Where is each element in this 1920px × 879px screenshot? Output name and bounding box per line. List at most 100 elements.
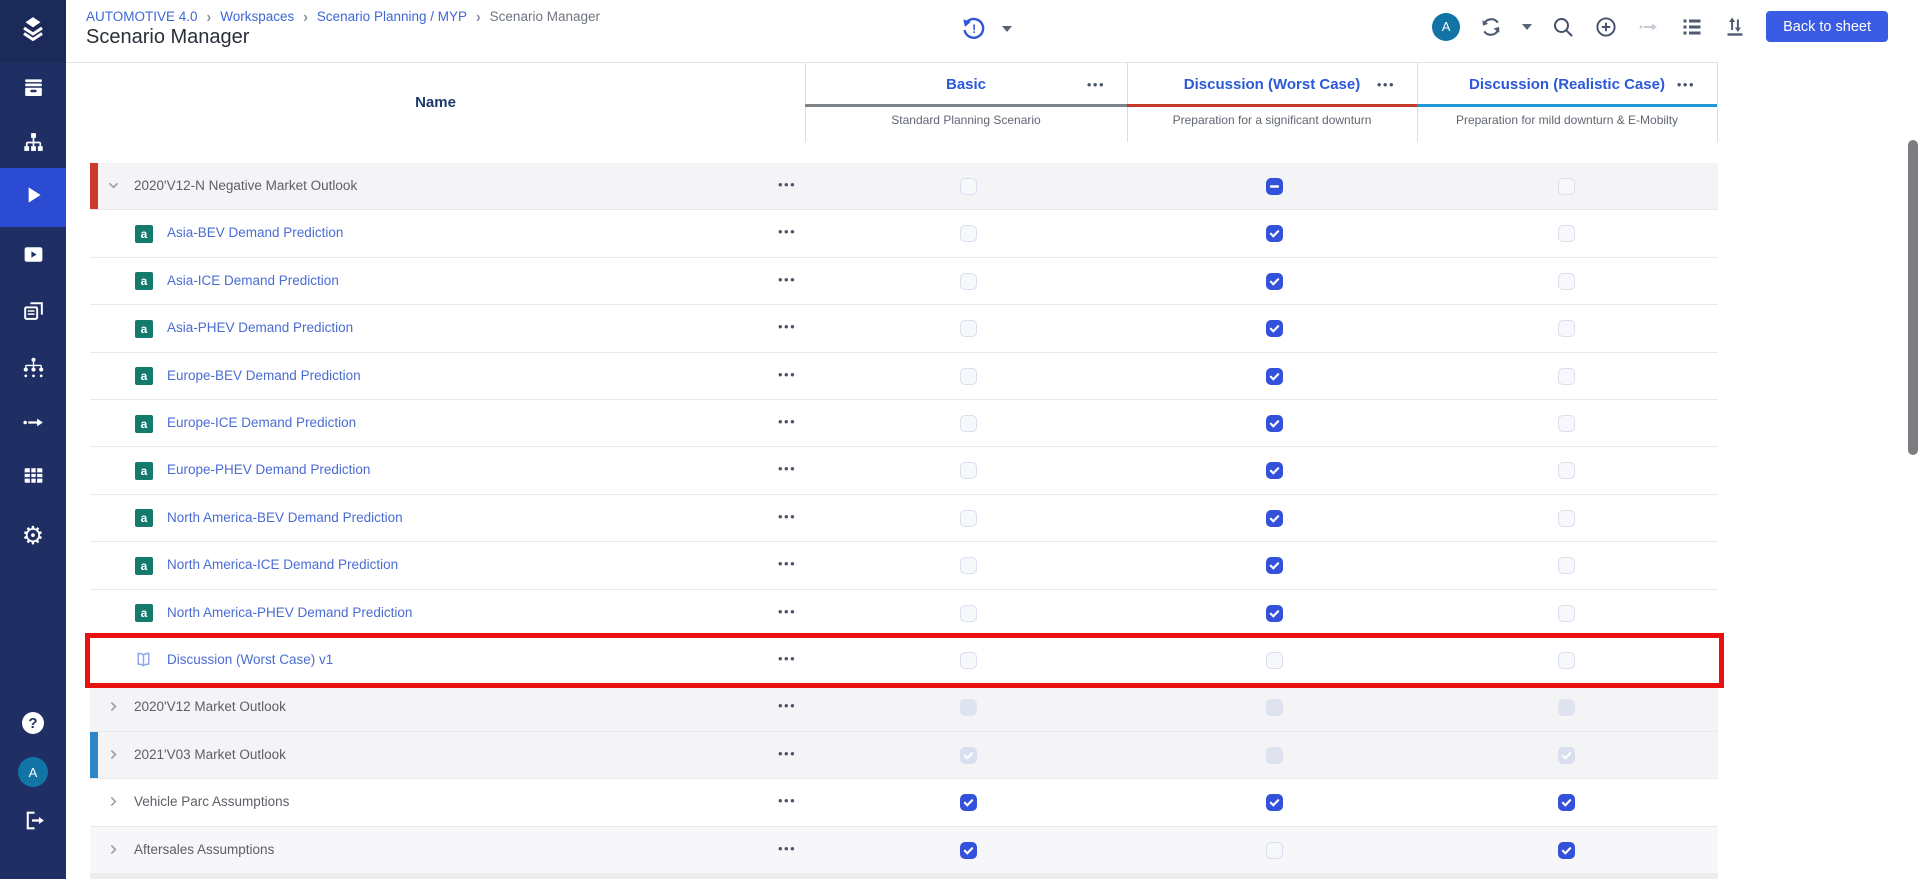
breadcrumb-item[interactable]: Workspaces xyxy=(220,9,294,24)
column-menu-dots[interactable]: ••• xyxy=(1377,71,1395,97)
sidebar-item-player[interactable] xyxy=(0,237,66,277)
row-menu-dots[interactable]: ••• xyxy=(778,556,796,571)
row-name-link[interactable]: Europe-BEV Demand Prediction xyxy=(167,368,361,383)
checkbox-checked[interactable] xyxy=(1558,794,1575,811)
row-menu-dots[interactable]: ••• xyxy=(778,461,796,476)
checkbox-unchecked[interactable] xyxy=(1558,415,1575,432)
scenario-column-title[interactable]: Discussion (Worst Case) xyxy=(1184,76,1360,93)
sidebar-item-screens[interactable] xyxy=(0,293,66,333)
checkbox-unchecked[interactable] xyxy=(1558,320,1575,337)
row-name-link[interactable]: Asia-PHEV Demand Prediction xyxy=(167,320,353,335)
checkbox-checked[interactable] xyxy=(1266,273,1283,290)
chevron-down-icon[interactable] xyxy=(106,178,121,198)
checkbox-indeterminate[interactable] xyxy=(1266,178,1283,195)
caret-down-icon[interactable] xyxy=(1522,24,1532,30)
checkbox-unchecked[interactable] xyxy=(1558,178,1575,195)
import-icon[interactable] xyxy=(1723,15,1747,39)
checkbox-unchecked[interactable] xyxy=(960,225,977,242)
checkbox-unchecked[interactable] xyxy=(960,368,977,385)
sidebar-item-hierarchy[interactable] xyxy=(0,125,66,165)
caret-down-icon[interactable] xyxy=(1002,26,1012,32)
checkbox-unchecked[interactable] xyxy=(960,320,977,337)
table-row[interactable]: 2021'V03 Market Outlook••• xyxy=(90,732,1718,779)
checkbox-unchecked[interactable] xyxy=(1558,652,1575,669)
sidebar-user-avatar[interactable]: A xyxy=(0,752,66,792)
row-menu-dots[interactable]: ••• xyxy=(778,319,796,334)
checkbox-unchecked[interactable] xyxy=(1558,368,1575,385)
table-row[interactable]: aNorth America-ICE Demand Prediction••• xyxy=(90,542,1718,589)
row-name-link[interactable]: Europe-PHEV Demand Prediction xyxy=(167,462,370,477)
checkbox-checked[interactable] xyxy=(1266,605,1283,622)
column-menu-dots[interactable]: ••• xyxy=(1087,71,1105,97)
row-menu-dots[interactable]: ••• xyxy=(778,604,796,619)
sidebar-item-presentations-active[interactable] xyxy=(0,168,66,227)
table-row[interactable]: aEurope-PHEV Demand Prediction••• xyxy=(90,447,1718,494)
checkbox-unchecked[interactable] xyxy=(960,510,977,527)
table-row[interactable]: 2020'V12-N Negative Market Outlook••• xyxy=(90,163,1718,210)
checkbox-unchecked[interactable] xyxy=(960,652,977,669)
row-name-link[interactable]: Europe-ICE Demand Prediction xyxy=(167,415,356,430)
sidebar-item-data-entry[interactable] xyxy=(0,458,66,498)
row-name-link[interactable]: Discussion (Worst Case) v1 xyxy=(167,652,333,667)
layout-list-icon[interactable] xyxy=(1680,15,1704,39)
checkbox-checked[interactable] xyxy=(960,842,977,859)
checkbox-unchecked[interactable] xyxy=(1266,652,1283,669)
table-row[interactable]: aNorth America-PHEV Demand Prediction••• xyxy=(90,590,1718,637)
checkbox-unchecked[interactable] xyxy=(960,462,977,479)
row-menu-dots[interactable]: ••• xyxy=(778,224,796,239)
row-name-link[interactable]: Asia-BEV Demand Prediction xyxy=(167,225,343,240)
row-name-link[interactable]: North America-PHEV Demand Prediction xyxy=(167,605,412,620)
table-row[interactable]: aEurope-BEV Demand Prediction••• xyxy=(90,353,1718,400)
table-row[interactable]: aAsia-ICE Demand Prediction••• xyxy=(90,258,1718,305)
sidebar-item-processes[interactable] xyxy=(0,405,66,445)
forward-icon[interactable] xyxy=(1637,15,1661,39)
plus-circle-icon[interactable] xyxy=(1594,15,1618,39)
scenario-column-title[interactable]: Basic xyxy=(946,76,986,93)
checkbox-checked[interactable] xyxy=(1558,842,1575,859)
row-menu-dots[interactable]: ••• xyxy=(778,509,796,524)
row-menu-dots[interactable]: ••• xyxy=(778,367,796,382)
app-logo[interactable] xyxy=(0,0,66,62)
checkbox-checked[interactable] xyxy=(1266,794,1283,811)
checkbox-unchecked[interactable] xyxy=(960,605,977,622)
sidebar-item-logout[interactable] xyxy=(0,803,66,843)
checkbox-unchecked[interactable] xyxy=(1558,273,1575,290)
checkbox-checked[interactable] xyxy=(1266,557,1283,574)
table-row[interactable]: 2020'V12 Market Outlook••• xyxy=(90,684,1718,731)
breadcrumb-item[interactable]: Scenario Planning / MYP xyxy=(317,9,467,24)
row-menu-dots[interactable]: ••• xyxy=(778,414,796,429)
checkbox-unchecked[interactable] xyxy=(1558,510,1575,527)
checkbox-unchecked[interactable] xyxy=(1558,557,1575,574)
search-icon[interactable] xyxy=(1551,15,1575,39)
checkbox-checked[interactable] xyxy=(1266,368,1283,385)
checkbox-checked[interactable] xyxy=(1266,462,1283,479)
row-menu-dots[interactable]: ••• xyxy=(778,177,796,192)
checkbox-checked[interactable] xyxy=(1266,225,1283,242)
sidebar-item-settings[interactable]: ⚙ xyxy=(0,516,66,556)
row-name-link[interactable]: North America-BEV Demand Prediction xyxy=(167,510,403,525)
chevron-right-icon[interactable] xyxy=(106,794,121,814)
back-to-sheet-button[interactable]: Back to sheet xyxy=(1766,11,1888,42)
checkbox-unchecked[interactable] xyxy=(1266,842,1283,859)
row-menu-dots[interactable]: ••• xyxy=(778,841,796,856)
sidebar-item-help[interactable]: ? xyxy=(0,703,66,743)
sidebar-item-capsules[interactable] xyxy=(0,70,66,110)
table-row[interactable]: aEurope-ICE Demand Prediction••• xyxy=(90,400,1718,447)
row-menu-dots[interactable]: ••• xyxy=(778,272,796,287)
checkbox-checked[interactable] xyxy=(1266,415,1283,432)
table-row[interactable]: Discussion (Worst Case) v1 ••• xyxy=(90,637,1718,684)
topbar-avatar[interactable]: A xyxy=(1432,13,1460,41)
row-menu-dots[interactable]: ••• xyxy=(778,651,796,666)
checkbox-checked[interactable] xyxy=(960,794,977,811)
table-row[interactable]: aAsia-PHEV Demand Prediction••• xyxy=(90,305,1718,352)
history-icon[interactable]: ! xyxy=(961,16,986,41)
column-header-name[interactable]: Name xyxy=(66,63,805,142)
column-menu-dots[interactable]: ••• xyxy=(1677,71,1695,97)
checkbox-unchecked[interactable] xyxy=(960,273,977,290)
row-name-link[interactable]: North America-ICE Demand Prediction xyxy=(167,557,398,572)
vertical-scrollbar-thumb[interactable] xyxy=(1908,140,1918,455)
table-row[interactable]: Vehicle Parc Assumptions••• xyxy=(90,779,1718,826)
checkbox-unchecked[interactable] xyxy=(1558,605,1575,622)
breadcrumb-item[interactable]: AUTOMOTIVE 4.0 xyxy=(86,9,198,24)
row-name-link[interactable]: Asia-ICE Demand Prediction xyxy=(167,273,339,288)
